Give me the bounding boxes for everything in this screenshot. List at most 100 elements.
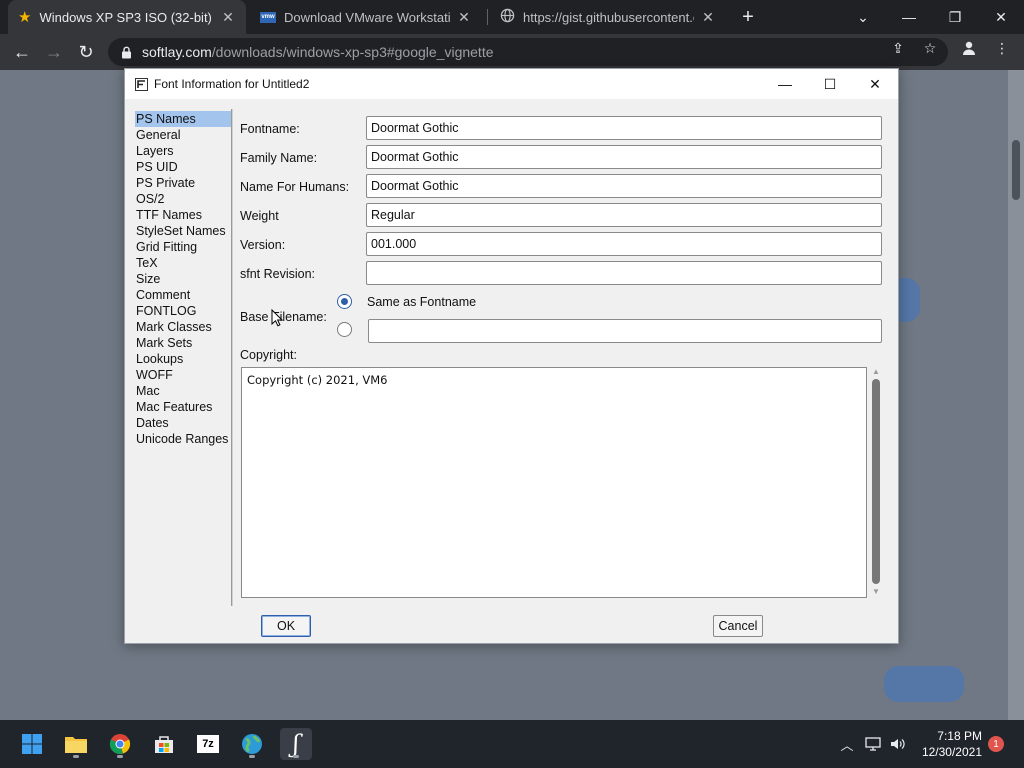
network-icon[interactable] — [863, 734, 883, 754]
category-item[interactable]: PS UID — [135, 159, 231, 175]
running-indicator — [73, 755, 79, 758]
base-filename-input[interactable] — [368, 319, 882, 343]
category-item[interactable]: Mac Features — [135, 399, 231, 415]
system-clock[interactable]: 7:18 PM 12/30/2021 — [918, 728, 982, 760]
category-item[interactable]: Lookups — [135, 351, 231, 367]
volume-icon[interactable] — [888, 734, 908, 754]
share-icon[interactable]: ⇪ — [890, 40, 906, 56]
category-item[interactable]: FONTLOG — [135, 303, 231, 319]
reload-button[interactable]: ↻ — [74, 40, 98, 64]
page-scrollbar-thumb[interactable] — [1012, 140, 1020, 200]
chrome-icon[interactable] — [104, 728, 136, 760]
tab-title: https://gist.githubusercontent.co — [523, 9, 694, 25]
fontforge-icon[interactable]: ʃ — [280, 728, 312, 760]
family-name-input[interactable] — [366, 145, 882, 169]
dialog-titlebar[interactable]: Font Information for Untitled2 — ☐ ✕ — [125, 69, 898, 99]
notification-badge[interactable]: 1 — [988, 736, 1004, 752]
file-explorer-icon[interactable] — [60, 728, 92, 760]
family-name-label: Family Name: — [240, 151, 318, 165]
category-item[interactable]: StyleSet Names — [135, 223, 231, 239]
7zip-icon[interactable]: 7z — [192, 728, 224, 760]
category-item[interactable]: Unicode Ranges — [135, 431, 231, 447]
menu-icon[interactable]: ⋮ — [994, 40, 1010, 56]
category-item[interactable]: Size — [135, 271, 231, 287]
cancel-button[interactable]: Cancel — [713, 615, 763, 637]
forward-button[interactable]: → — [42, 40, 66, 64]
name-for-humans-input[interactable] — [366, 174, 882, 198]
category-list: PS Names General Layers PS UID PS Private OS/… — [135, 111, 231, 447]
ok-button[interactable]: OK — [261, 615, 311, 637]
url-text: softlay.com/downloads/windows-xp-sp3#goo… — [142, 44, 494, 60]
lock-icon — [120, 45, 132, 59]
start-icon[interactable] — [16, 728, 48, 760]
scroll-up-icon[interactable]: ▲ — [870, 367, 882, 377]
running-indicator — [117, 755, 123, 758]
category-item[interactable]: OS/2 — [135, 191, 231, 207]
base-filename-label: Base Filename: — [240, 310, 327, 324]
dialog-title: Font Information for Untitled2 — [154, 77, 310, 91]
category-item[interactable]: Mark Classes — [135, 319, 231, 335]
font-info-dialog: Font Information for Untitled2 — ☐ ✕ PS … — [124, 68, 899, 644]
profile-icon[interactable] — [961, 40, 977, 56]
dialog-minimize-icon[interactable]: — — [762, 69, 808, 99]
store-icon[interactable] — [148, 728, 180, 760]
category-item[interactable]: TeX — [135, 255, 231, 271]
category-item[interactable]: Grid Fitting — [135, 239, 231, 255]
dialog-close-icon[interactable]: ✕ — [852, 69, 898, 99]
copyright-scrollbar-thumb[interactable] — [872, 379, 880, 584]
version-input[interactable] — [366, 232, 882, 256]
close-icon[interactable]: ✕ — [700, 9, 716, 25]
running-indicator — [249, 755, 255, 758]
close-icon[interactable]: ✕ — [456, 9, 472, 25]
copyright-textarea[interactable]: Copyright (c) 2021, VM6 — [241, 367, 867, 598]
category-item[interactable]: WOFF — [135, 367, 231, 383]
restore-icon[interactable]: ❐ — [932, 0, 978, 34]
custom-filename-radio[interactable] — [337, 322, 352, 337]
dialog-maximize-icon[interactable]: ☐ — [807, 69, 853, 99]
category-item[interactable]: Mac — [135, 383, 231, 399]
category-item[interactable]: PS Names — [135, 111, 231, 127]
sfnt-revision-label: sfnt Revision: — [240, 267, 316, 281]
tab-search-icon[interactable]: ⌄ — [840, 0, 886, 34]
weight-input[interactable] — [366, 203, 882, 227]
name-for-humans-label: Name For Humans: — [240, 180, 350, 194]
running-indicator — [293, 755, 299, 758]
tab-vmware[interactable]: vmw Download VMware Workstation ✕ — [250, 0, 482, 34]
minimize-icon[interactable]: — — [886, 0, 932, 34]
category-item[interactable]: General — [135, 127, 231, 143]
tab-title: Download VMware Workstation — [284, 9, 450, 25]
scroll-down-icon[interactable]: ▼ — [870, 587, 882, 597]
category-item[interactable]: Mark Sets — [135, 335, 231, 351]
globe-app-icon[interactable] — [236, 728, 268, 760]
tab-title: Windows XP SP3 ISO (32-bit) Fre — [39, 9, 214, 25]
bookmark-star-icon[interactable]: ☆ — [922, 40, 938, 56]
browser-toolbar: ← → ↻ softlay.com/downloads/windows-xp-s… — [0, 34, 1024, 70]
same-as-fontname-radio[interactable] — [337, 294, 352, 309]
star-icon: ★ — [18, 9, 32, 26]
tab-gist[interactable]: https://gist.githubusercontent.co ✕ — [490, 0, 726, 34]
category-item[interactable]: Layers — [135, 143, 231, 159]
version-label: Version: — [240, 238, 286, 252]
category-item[interactable]: Dates — [135, 415, 231, 431]
new-tab-button[interactable]: + — [736, 5, 760, 29]
sfnt-revision-input[interactable] — [366, 261, 882, 285]
back-button[interactable]: ← — [10, 40, 34, 64]
weight-label: Weight — [240, 209, 279, 223]
clock-date: 12/30/2021 — [921, 745, 982, 759]
fontname-input[interactable] — [366, 116, 882, 140]
category-item[interactable]: PS Private — [135, 175, 231, 191]
copyright-scrollbar[interactable]: ▲ ▼ — [870, 367, 882, 598]
close-icon[interactable]: ✕ — [220, 9, 236, 25]
page-scrollbar[interactable] — [1008, 70, 1024, 720]
vmware-icon: vmw — [260, 11, 276, 23]
category-item[interactable]: Comment — [135, 287, 231, 303]
close-window-icon[interactable]: ✕ — [978, 0, 1024, 34]
fontforge-app-icon — [134, 77, 148, 91]
address-bar[interactable]: softlay.com/downloads/windows-xp-sp3#goo… — [108, 38, 948, 66]
copyright-text: Copyright (c) 2021, VM6 — [247, 373, 388, 387]
category-item[interactable]: TTF Names — [135, 207, 231, 223]
clock-time: 7:18 PM — [937, 729, 982, 743]
tab-separator — [487, 9, 488, 25]
show-hidden-icons[interactable]: ︿ — [837, 734, 857, 754]
tab-windows-xp[interactable]: ★ Windows XP SP3 ISO (32-bit) Fre ✕ — [8, 0, 246, 34]
